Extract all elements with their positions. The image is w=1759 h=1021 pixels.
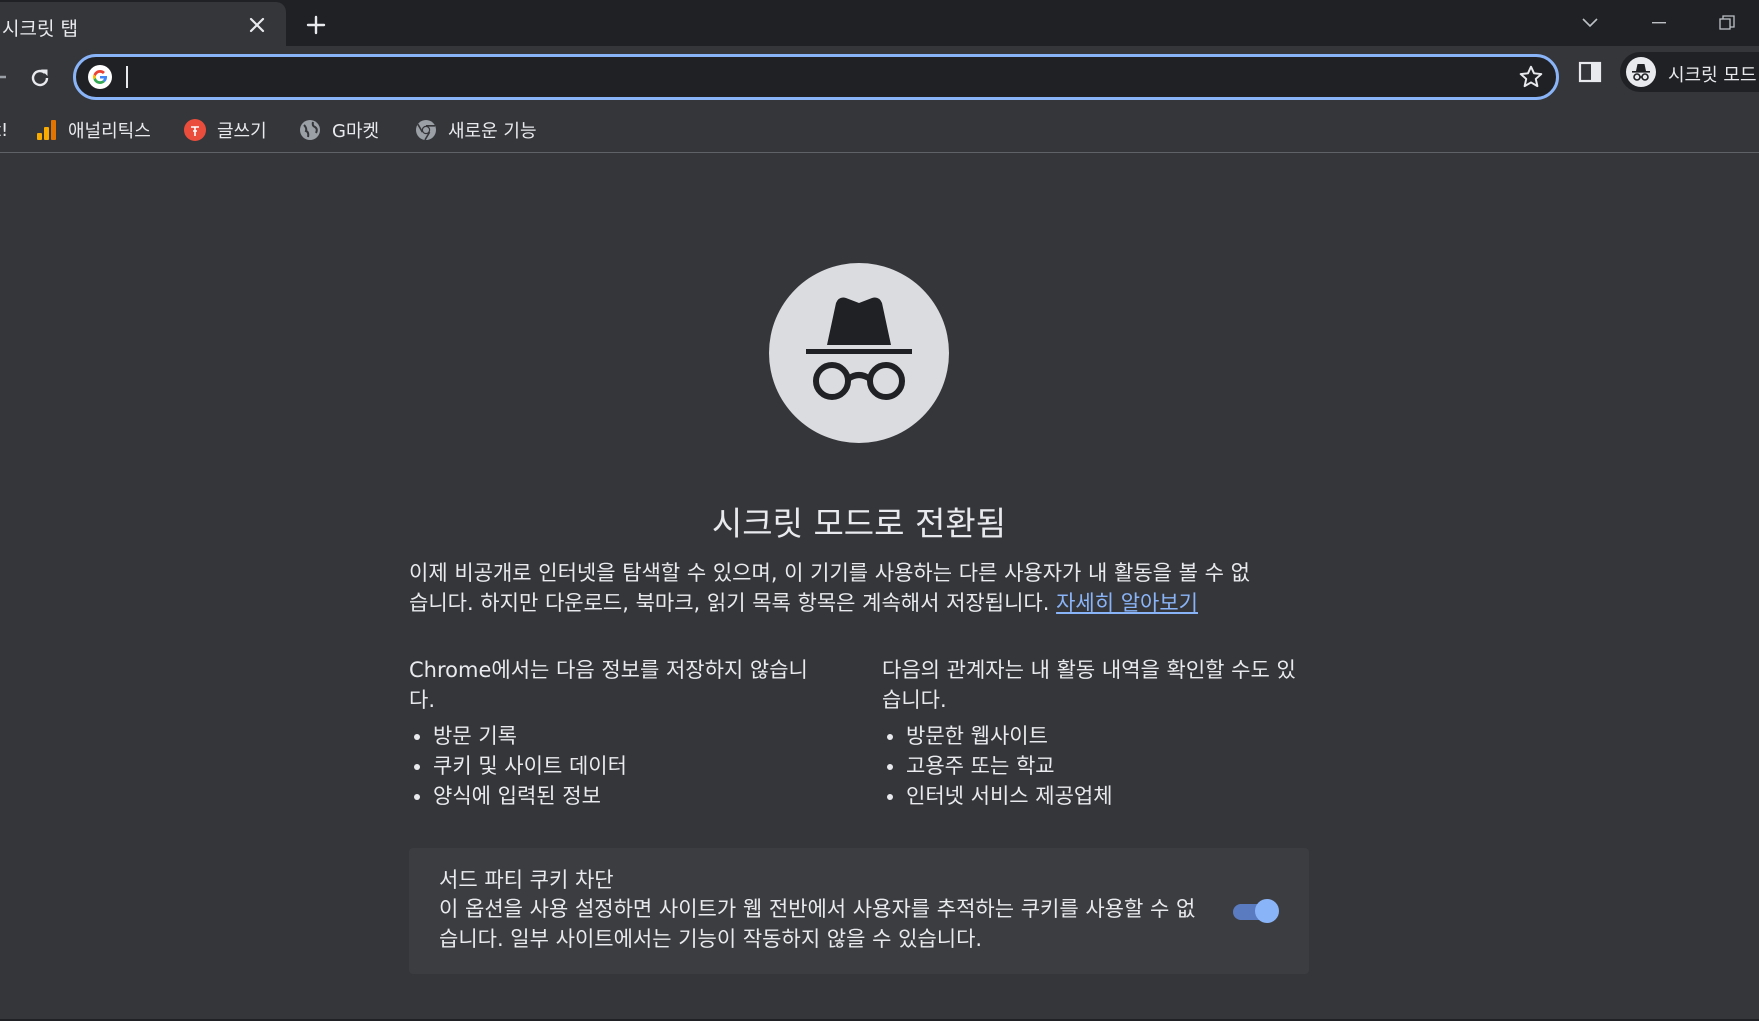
back-arrow-icon[interactable] <box>0 62 6 92</box>
toolbar: 시크릿 모드 <box>0 46 1759 108</box>
cookie-card-title: 서드 파티 쿠키 차단 <box>439 868 614 892</box>
minimize-icon[interactable] <box>1636 6 1682 40</box>
page-title: 시크릿 모드로 전환됨 <box>711 504 1007 544</box>
not-saved-title: Chrome에서는 다음 정보를 저장하지 않습니다. <box>409 658 808 712</box>
block-cookies-toggle[interactable] <box>1231 899 1279 923</box>
bookmark-whats-new[interactable]: 새로운 기능 <box>414 114 537 146</box>
bookmark-star-icon[interactable] <box>1518 64 1544 90</box>
tab-incognito[interactable]: 시크릿 탭 <box>0 2 286 46</box>
side-panel-icon[interactable] <box>1578 60 1602 84</box>
bookmark-label: G마켓 <box>332 121 380 142</box>
cookie-card-description: 이 옵션을 사용 설정하면 사이트가 웹 전반에서 사용자를 추적하는 쿠키를 … <box>439 897 1196 951</box>
title-bar: 시크릿 탭 <box>0 0 1759 46</box>
globe-icon <box>300 120 320 140</box>
visible-to-section: 다음의 관계자는 내 활동 내역을 확인할 수도 있습니다. 방문한 웹사이트 … <box>882 655 1302 811</box>
tab-search-chevron-down-icon[interactable] <box>1567 6 1613 40</box>
bookmark-label: 글쓰기 <box>217 121 267 142</box>
analytics-icon <box>37 120 56 140</box>
bookmarks-bar: t! 애널리틱스 글쓰기 G마켓 새로운 기능 <box>0 108 1759 153</box>
list-item: 방문한 웹사이트 <box>906 721 1302 751</box>
list-item: 방문 기록 <box>433 721 829 751</box>
list-item: 고용주 또는 학교 <box>906 751 1302 781</box>
third-party-cookie-card: 서드 파티 쿠키 차단 이 옵션을 사용 설정하면 사이트가 웹 전반에서 사용… <box>409 848 1309 974</box>
bookmark-write[interactable]: 글쓰기 <box>183 114 267 146</box>
bookmark-label: 새로운 기능 <box>448 121 537 142</box>
intro-text-line1: 이제 비공개로 인터넷을 탐색할 수 있으며, 이 기기를 사용하는 다른 사용… <box>409 561 1250 585</box>
bookmark-gmarket[interactable]: G마켓 <box>298 114 379 146</box>
address-bar[interactable] <box>73 54 1559 100</box>
learn-more-link[interactable]: 자세히 알아보기 <box>1056 591 1198 615</box>
list-item: 양식에 입력된 정보 <box>433 781 829 811</box>
new-tab-plus-icon[interactable] <box>301 10 331 40</box>
google-logo-icon <box>88 65 112 89</box>
bookmark-analytics[interactable]: 애널리틱스 <box>34 114 151 146</box>
visible-to-title: 다음의 관계자는 내 활동 내역을 확인할 수도 있습니다. <box>882 658 1296 712</box>
visible-to-list: 방문한 웹사이트 고용주 또는 학교 인터넷 서비스 제공업체 <box>882 721 1302 811</box>
profile-label: 시크릿 모드 <box>1668 65 1757 86</box>
incognito-avatar-icon <box>1626 57 1656 87</box>
intro-text-line2: 습니다. 하지만 다운로드, 북마크, 읽기 목록 항목은 계속해서 저장됩니다… <box>409 591 1057 615</box>
list-item: 인터넷 서비스 제공업체 <box>906 781 1302 811</box>
toggle-knob <box>1255 899 1279 923</box>
not-saved-list: 방문 기록 쿠키 및 사이트 데이터 양식에 입력된 정보 <box>409 721 829 811</box>
incognito-spy-icon <box>769 263 949 443</box>
chrome-icon <box>416 120 436 141</box>
incognito-profile-button[interactable]: 시크릿 모드 <box>1620 52 1759 92</box>
address-input[interactable] <box>124 61 1478 95</box>
tab-close-icon[interactable] <box>244 12 270 38</box>
restore-icon[interactable] <box>1704 6 1750 40</box>
intro-paragraph: 이제 비공개로 인터넷을 탐색할 수 있으며, 이 기기를 사용하는 다른 사용… <box>409 558 1309 618</box>
reload-icon[interactable] <box>24 62 56 94</box>
text-caret <box>126 66 128 88</box>
write-icon <box>184 119 206 141</box>
bookmark-label: 애널리틱스 <box>68 121 151 142</box>
not-saved-section: Chrome에서는 다음 정보를 저장하지 않습니다. 방문 기록 쿠키 및 사… <box>409 655 829 811</box>
bookmark-truncated-label[interactable]: t! <box>0 120 8 141</box>
list-item: 쿠키 및 사이트 데이터 <box>433 751 829 781</box>
tab-title: 시크릿 탭 <box>2 18 78 40</box>
incognito-page: 시크릿 모드로 전환됨 이제 비공개로 인터넷을 탐색할 수 있으며, 이 기기… <box>0 153 1759 1021</box>
